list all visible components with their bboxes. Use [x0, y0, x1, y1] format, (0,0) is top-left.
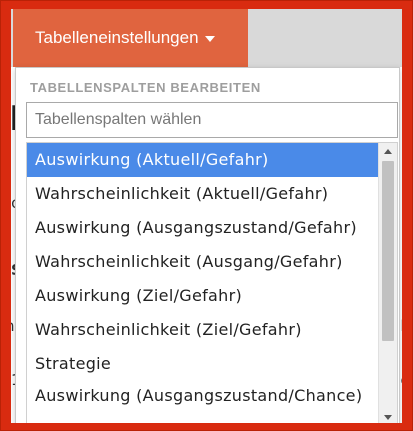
table-settings-button[interactable]: Tabelleneinstellungen	[13, 9, 248, 67]
column-settings-dropdown: TABELLENSPALTEN BEARBEITEN Auswirkung (A…	[15, 67, 400, 423]
option-item[interactable]: Auswirkung (Ziel/Gefahr)	[27, 279, 379, 313]
highlight-frame: Tabelleneinstellungen I lo S na 1 ühl ge…	[0, 0, 413, 431]
arrow-down-icon[interactable]	[379, 409, 397, 423]
option-item[interactable]: Wahrscheinlichkeit (Aktuell/Gefahr)	[27, 177, 379, 211]
list-scrollbar[interactable]	[378, 143, 397, 423]
option-item[interactable]: Auswirkung (Ausgangszustand/Chance)	[27, 381, 379, 423]
option-item[interactable]: Auswirkung (Ausgangszustand/Gefahr)	[27, 211, 379, 245]
arrow-up-icon[interactable]	[379, 143, 397, 159]
column-options-list: Auswirkung (Aktuell/Gefahr) Wahrscheinli…	[26, 142, 398, 423]
app-viewport: Tabelleneinstellungen I lo S na 1 ühl ge…	[11, 9, 402, 423]
caret-down-icon	[204, 36, 215, 42]
dropdown-heading: TABELLENSPALTEN BEARBEITEN	[30, 80, 261, 95]
option-items: Auswirkung (Aktuell/Gefahr) Wahrscheinli…	[27, 143, 379, 423]
scrollbar-thumb[interactable]	[382, 161, 394, 341]
option-item[interactable]: Wahrscheinlichkeit (Ausgang/Gefahr)	[27, 245, 379, 279]
option-item[interactable]: Wahrscheinlichkeit (Ziel/Gefahr)	[27, 313, 379, 347]
option-item[interactable]: Strategie	[27, 347, 379, 381]
option-item[interactable]: Auswirkung (Aktuell/Gefahr)	[27, 143, 379, 177]
column-search-input[interactable]	[26, 102, 398, 138]
table-settings-label: Tabelleneinstellungen	[35, 28, 199, 47]
